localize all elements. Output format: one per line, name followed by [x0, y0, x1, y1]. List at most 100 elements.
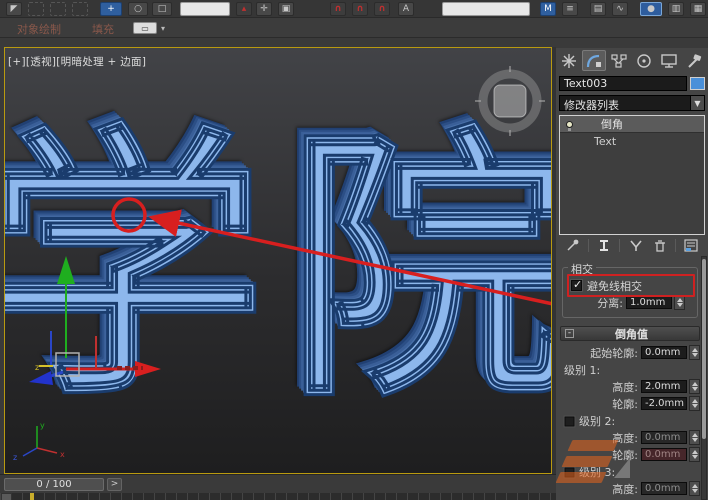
curve-editor-icon[interactable]: ∿ [612, 2, 628, 16]
intersection-group-title: 相交 [568, 261, 596, 277]
object-name-field[interactable]: Text003 [559, 76, 687, 91]
level3-label: 级别 3: [579, 466, 616, 479]
render-icon[interactable]: ▦ [690, 2, 706, 16]
start-outline-row: 起始轮廓: 0.0mm [556, 345, 700, 360]
select-and-scale-icon[interactable]: □ [152, 2, 172, 16]
separation-spinner[interactable] [674, 295, 685, 310]
avoid-intersection-row: ✓ 避免线相交 [567, 274, 695, 297]
remove-modifier-icon[interactable] [651, 238, 669, 253]
pivot-point-center-icon[interactable]: ▴ [236, 2, 252, 16]
object-name-row: Text003 [559, 76, 705, 91]
modifier-stack-item-text[interactable]: Text [560, 133, 704, 150]
viewport-overlays: z y x z [13, 66, 551, 462]
ribbon-minimize-dropdown[interactable]: ▭ [133, 22, 157, 34]
svg-text:z: z [35, 363, 39, 372]
current-frame-marker[interactable] [30, 493, 34, 500]
scrollbar-thumb[interactable] [702, 259, 706, 439]
chevron-down-icon[interactable]: ▼ [690, 96, 704, 110]
tab-display-icon[interactable] [657, 50, 681, 71]
select-object-icon[interactable]: ◤ [6, 2, 22, 16]
level2-outline-field[interactable]: 0.0mm [641, 448, 687, 461]
viewcube[interactable] [475, 66, 545, 136]
tab-create-icon[interactable] [557, 50, 581, 71]
level1-outline-spinner[interactable] [689, 396, 700, 411]
level2-checkbox[interactable] [564, 416, 575, 426]
divider [674, 239, 676, 252]
render-setup-icon[interactable]: ▥ [668, 2, 684, 16]
snap-toggle-icon[interactable]: ∩ [330, 2, 346, 16]
selection-region-icon[interactable] [50, 2, 66, 16]
level1-outline-row: 轮廓: -2.0mm [556, 396, 700, 411]
level1-height-row: 高度: 2.0mm [556, 379, 700, 394]
object-color-swatch[interactable] [690, 77, 705, 90]
select-and-rotate-icon[interactable]: ○ [128, 2, 148, 16]
configure-modifier-sets-icon[interactable] [682, 238, 700, 253]
pin-stack-icon[interactable] [564, 238, 582, 253]
bevel-values-rollout-header[interactable]: - 倒角值 [560, 326, 700, 341]
select-and-manipulate-icon[interactable]: ✛ [256, 2, 272, 16]
mirror-icon[interactable]: M [540, 2, 556, 16]
make-unique-icon[interactable] [627, 238, 645, 253]
axis-z-label: z [13, 453, 17, 462]
modifier-enable-bulb-icon[interactable] [566, 120, 573, 131]
outline-label: 轮廓: [612, 448, 638, 462]
show-end-result-icon[interactable] [595, 238, 613, 253]
spinner-snap-icon[interactable]: A [398, 2, 414, 16]
select-and-move-icon[interactable]: + [100, 2, 122, 16]
modifier-list-dropdown[interactable]: 修改器列表 ▼ [559, 95, 705, 112]
level1-outline-field[interactable]: -2.0mm [641, 397, 687, 410]
ribbon-caret-icon[interactable]: ▾ [161, 24, 165, 33]
height-label: 高度: [612, 431, 638, 445]
modifier-stack-item-bevel[interactable]: 倒角 [560, 116, 704, 133]
intersection-group: 相交 ✓ 避免线相交 分离: 1.0mm [562, 261, 698, 318]
level1-height-field[interactable]: 2.0mm [641, 380, 687, 393]
annotation-circle [111, 197, 147, 233]
level3-checkbox[interactable] [564, 467, 575, 477]
level2-height-field[interactable]: 0.0mm [641, 431, 687, 444]
check-icon: ✓ [573, 278, 583, 291]
percent-snap-icon[interactable]: ∩ [374, 2, 390, 16]
tab-hierarchy-icon[interactable] [607, 50, 631, 71]
level2-outline-row: 轮廓: 0.0mm [556, 447, 700, 462]
axis-y-label: y [40, 421, 45, 430]
material-editor-icon[interactable]: ● [640, 2, 662, 16]
avoid-intersection-label: 避免线相交 [587, 279, 642, 293]
align-icon[interactable]: ≡ [562, 2, 578, 16]
level1-row: 级别 1: [564, 363, 708, 377]
reference-coordinate-dropdown[interactable] [180, 2, 230, 16]
selection-filter-icon[interactable] [72, 2, 88, 16]
annotation-arrow [148, 209, 551, 306]
level1-height-spinner[interactable] [689, 379, 700, 394]
level3-height-spinner[interactable] [689, 481, 700, 496]
ribbon-tab-object-paint[interactable]: 对象绘制 [17, 21, 61, 37]
tab-motion-icon[interactable] [632, 50, 656, 71]
level2-height-row: 高度: 0.0mm [556, 430, 700, 445]
level2-outline-spinner[interactable] [689, 447, 700, 462]
layer-manager-icon[interactable]: ▤ [590, 2, 606, 16]
angle-snap-icon[interactable]: ∩ [352, 2, 368, 16]
panel-scrollbar[interactable] [701, 256, 707, 500]
collapse-icon[interactable]: - [565, 329, 574, 338]
tab-utilities-icon[interactable] [682, 50, 706, 71]
level3-height-field[interactable]: 0.0mm [641, 482, 687, 495]
height-label: 高度: [612, 380, 638, 394]
track-bar-mode-icon[interactable] [1, 493, 12, 500]
time-slider[interactable]: 0 / 100 [4, 478, 104, 491]
level3-height-row: 高度: 0.0mm [556, 481, 700, 496]
ribbon-tab-populate[interactable]: 填充 [92, 21, 114, 37]
move-gizmo[interactable]: z [29, 256, 161, 385]
rectangular-selection-icon[interactable] [28, 2, 44, 16]
avoid-intersection-checkbox[interactable]: ✓ [571, 278, 583, 291]
track-bar[interactable] [0, 493, 556, 500]
modifier-list-label: 修改器列表 [564, 99, 619, 112]
named-selection-set-dropdown[interactable] [442, 2, 530, 16]
bevel-values-title: 倒角值 [615, 327, 648, 341]
perspective-viewport[interactable]: [+][透视][明暗处理 + 边面] 学 院 z y x z [4, 47, 552, 474]
next-frame-button[interactable]: > [107, 478, 122, 491]
keyboard-override-icon[interactable]: ▣ [278, 2, 294, 16]
separation-value-field[interactable]: 1.0mm [626, 296, 672, 309]
level2-height-spinner[interactable] [689, 430, 700, 445]
tab-modify-icon[interactable] [582, 50, 606, 71]
start-outline-field[interactable]: 0.0mm [641, 346, 687, 359]
start-outline-spinner[interactable] [689, 345, 700, 360]
